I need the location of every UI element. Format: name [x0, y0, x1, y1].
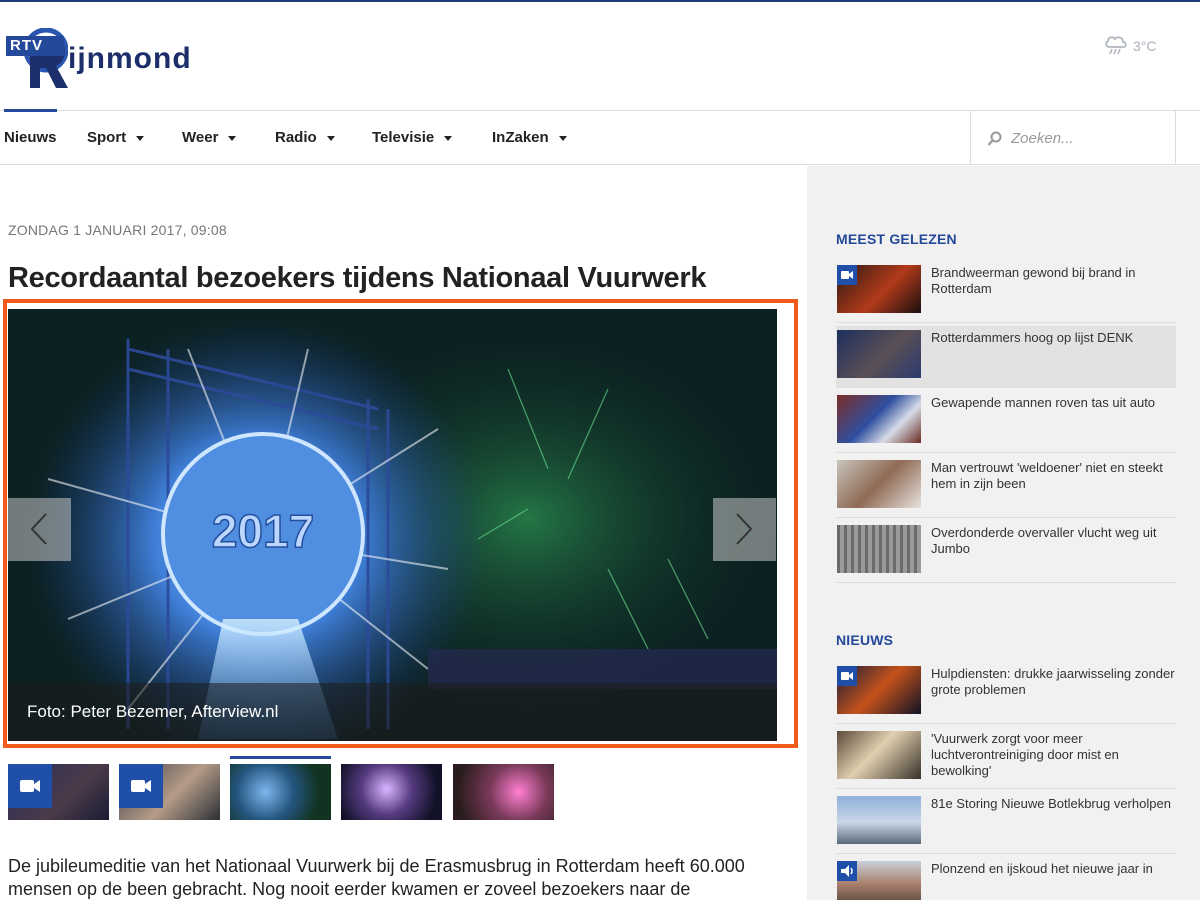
video-camera-icon [841, 672, 853, 680]
nav-item-label: Televisie [372, 129, 435, 146]
nav-item-inzaken[interactable]: InZaken [492, 111, 567, 164]
nav-item-label: Radio [275, 129, 317, 146]
side-item-title: 81e Storing Nieuwe Botlekbrug verholpen [931, 796, 1171, 811]
video-badge [837, 666, 857, 686]
meest-gelezen-item[interactable]: Overdonderde overvaller vlucht weg uit J… [836, 521, 1176, 583]
nieuws-item[interactable]: Plonzend en ijskoud het nieuwe jaar in [836, 857, 1176, 900]
video-camera-icon [20, 780, 40, 792]
fireworks-photo: 2017 [8, 309, 777, 741]
nav-item-nieuws[interactable]: Nieuws [4, 111, 57, 164]
article-thumbnail [837, 330, 921, 378]
sidebar: MEEST GELEZEN Brandweerman gewond bij br… [807, 166, 1200, 900]
weather-widget[interactable]: 3°C [1104, 34, 1164, 58]
rain-cloud-icon [1105, 36, 1127, 55]
caret-down-icon [558, 135, 567, 141]
caret-down-icon [444, 135, 453, 141]
nav-item-televisie[interactable]: Televisie [372, 111, 453, 164]
nav-item-radio[interactable]: Radio [275, 111, 335, 164]
logo-rtv-label: RTV [6, 36, 64, 56]
gallery-thumb-1[interactable] [8, 764, 109, 820]
video-badge [119, 764, 163, 808]
meest-gelezen-item[interactable]: Gewapende mannen roven tas uit auto [836, 391, 1176, 453]
article-thumbnail [837, 861, 921, 900]
article-thumbnail [837, 395, 921, 443]
caret-down-icon [136, 135, 145, 141]
side-item-title: Rotterdammers hoog op lijst DENK [931, 330, 1134, 345]
article-thumbnail [837, 265, 921, 313]
article-thumbnail [837, 666, 921, 714]
side-item-title: 'Vuurwerk zorgt voor meer luchtverontrei… [931, 731, 1119, 778]
gallery-thumb-3[interactable] [230, 764, 331, 820]
nieuws-item[interactable]: 'Vuurwerk zorgt voor meer luchtverontrei… [836, 727, 1176, 789]
video-camera-icon [131, 780, 151, 792]
chevron-right-icon [736, 513, 753, 545]
gallery-thumb-4[interactable] [341, 764, 442, 820]
meest-gelezen-item[interactable]: Rotterdammers hoog op lijst DENK [836, 326, 1176, 388]
video-camera-icon [841, 271, 853, 279]
nav-item-weer[interactable]: Weer [182, 111, 237, 164]
nieuws-item[interactable]: 81e Storing Nieuwe Botlekbrug verholpen [836, 792, 1176, 854]
weather-temperature: 3°C [1133, 38, 1157, 54]
article-thumbnail [837, 525, 921, 573]
caret-down-icon [326, 135, 335, 141]
nieuws-item[interactable]: Hulpdiensten: drukke jaarwisseling zonde… [836, 662, 1176, 724]
nav-item-sport[interactable]: Sport [87, 111, 145, 164]
side-item-title: Plonzend en ijskoud het nieuwe jaar in [931, 861, 1153, 876]
gallery-active-indicator [230, 756, 331, 759]
carousel-next-button[interactable] [713, 498, 776, 561]
chevron-left-icon [30, 513, 47, 545]
article-date: ZONDAG 1 JANUARI 2017, 09:08 [8, 222, 227, 238]
audio-badge [837, 861, 857, 881]
caret-down-icon [228, 135, 237, 141]
nav-item-label: Sport [87, 129, 127, 146]
nav-item-label: Weer [182, 129, 219, 146]
carousel-prev-button[interactable] [8, 498, 71, 561]
side-item-title: Gewapende mannen roven tas uit auto [931, 395, 1156, 410]
rtv-rijnmond-logo[interactable]: RTV ijnmond [6, 22, 216, 92]
gallery-thumb-5[interactable] [453, 764, 554, 820]
meest-gelezen-heading: MEEST GELEZEN [836, 231, 957, 247]
logo-wordmark: ijnmond [68, 42, 192, 75]
video-badge [837, 265, 857, 285]
article-title: Recordaantal bezoekers tijdens Nationaal… [8, 262, 707, 294]
side-item-title: Man vertrouwt 'weldoener' niet en steekt… [931, 460, 1163, 491]
meest-gelezen-item[interactable]: Brandweerman gewond bij brand in Rotterd… [836, 261, 1176, 323]
hero-year-overlay: 2017 [212, 505, 314, 557]
speaker-icon [841, 865, 853, 877]
gallery-thumb-2[interactable] [119, 764, 220, 820]
hero-image-carousel[interactable]: 2017 Foto: Peter Bezemer, Afterview.nl [8, 309, 777, 741]
side-item-title: Overdonderde overvaller vlucht weg uit J… [931, 525, 1157, 556]
main-navigation: Nieuws Sport Weer Radio Televisie InZake… [0, 109, 1200, 165]
gallery-thumbnails [8, 756, 568, 822]
site-header: RTV ijnmond 3°C [0, 2, 1200, 110]
article-thumbnail [837, 796, 921, 844]
photo-caption: Foto: Peter Bezemer, Afterview.nl [27, 702, 279, 721]
search-icon [987, 131, 1002, 146]
side-item-title: Brandweerman gewond bij brand in Rotterd… [931, 265, 1136, 296]
side-item-title: Hulpdiensten: drukke jaarwisseling zonde… [931, 666, 1175, 697]
video-badge [8, 764, 52, 808]
article-thumbnail [837, 731, 921, 779]
article-body: De jubileumeditie van het Nationaal Vuur… [8, 856, 745, 899]
nav-item-label: Nieuws [4, 129, 57, 146]
search-box[interactable] [970, 111, 1176, 164]
article-thumbnail [837, 460, 921, 508]
nieuws-heading: NIEUWS [836, 632, 894, 648]
search-input[interactable] [1011, 125, 1161, 151]
nav-item-label: InZaken [492, 129, 549, 146]
meest-gelezen-item[interactable]: Man vertrouwt 'weldoener' niet en steekt… [836, 456, 1176, 518]
